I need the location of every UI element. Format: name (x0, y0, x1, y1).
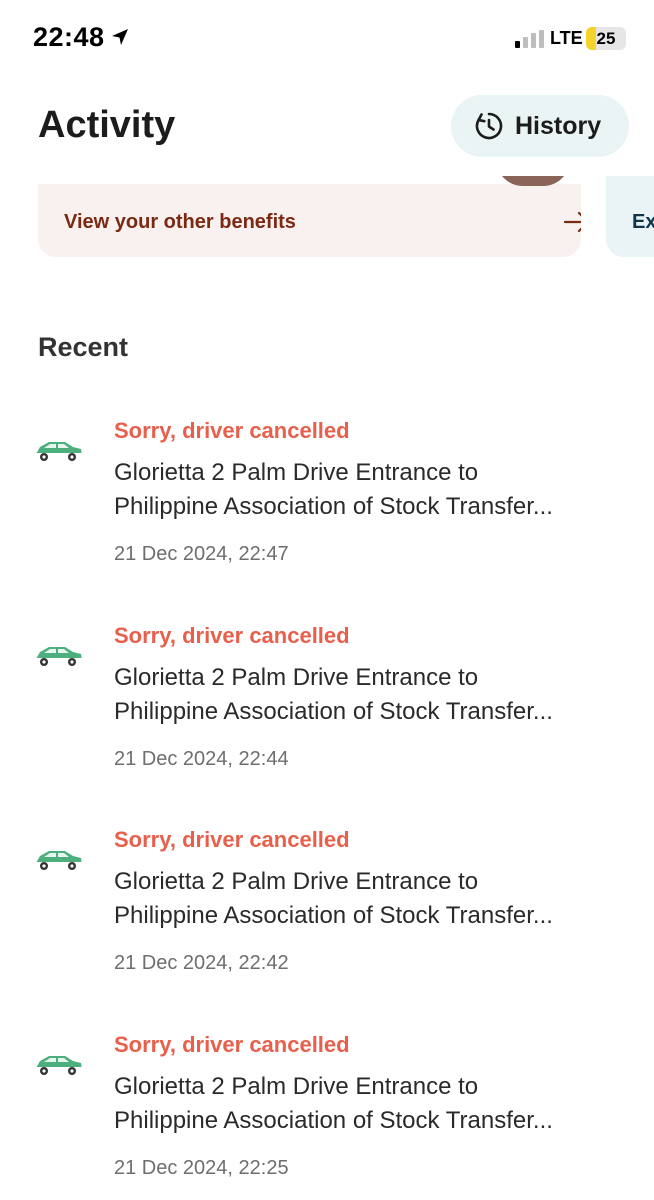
benefits-card-divider (38, 176, 581, 184)
route-line: Glorietta 2 Palm Drive Entrance to (114, 1072, 479, 1100)
activity-route: Glorietta 2 Palm Drive Entrance to Phili… (114, 456, 594, 524)
benefits-card[interactable]: View your other benefits (38, 176, 581, 257)
route-line: Glorietta 2 Palm Drive Entrance to (114, 868, 479, 895)
route-line: Philippine Association of Stock Transfer… (114, 902, 553, 929)
activity-status: Sorry, driver cancelled (114, 418, 350, 443)
arrow-right-icon (563, 211, 581, 233)
car-icon (35, 1055, 82, 1075)
route-line: Glorietta 2 Palm Drive Entrance to (114, 663, 479, 691)
route-line: Glorietta 2 Palm Drive Entrance to (114, 459, 479, 486)
activity-item[interactable]: Sorry, driver cancelled Glorietta 2 Palm… (0, 1024, 654, 1200)
activity-date: 21 Dec 2024, 22:44 (114, 747, 289, 770)
route-line: Philippine Association of Stock Transfer… (114, 1106, 553, 1134)
activity-date: 21 Dec 2024, 22:25 (114, 1156, 289, 1179)
car-icon (35, 646, 82, 666)
activity-item[interactable]: Sorry, driver cancelled Glorietta 2 Palm… (0, 819, 654, 1024)
activity-item[interactable]: Sorry, driver cancelled Glorietta 2 Palm… (0, 410, 654, 615)
route-line: Philippine Association of Stock Transfer… (114, 493, 553, 520)
activity-item[interactable]: Sorry, driver cancelled Glorietta 2 Palm… (0, 615, 654, 820)
recent-section-title: Recent (38, 332, 129, 362)
activity-status: Sorry, driver cancelled (114, 827, 350, 852)
status-time: 22:48 (33, 22, 105, 52)
car-icon (35, 851, 82, 870)
activity-status: Sorry, driver cancelled (114, 1031, 350, 1057)
history-button[interactable]: History (451, 95, 629, 157)
status-bar: 22:48 LTE 25 (0, 0, 654, 76)
activity-route: Glorietta 2 Palm Drive Entrance to Phili… (114, 865, 594, 933)
history-label: History (515, 111, 602, 140)
view-benefits-link: View your other benefits (64, 211, 296, 233)
activity-screen: 22:48 LTE 25 Activity History View your … (0, 0, 654, 1200)
activity-status: Sorry, driver cancelled (114, 622, 350, 648)
activity-list: Sorry, driver cancelled Glorietta 2 Palm… (0, 410, 654, 1200)
route-line: Philippine Association of Stock Transfer… (114, 697, 553, 725)
battery-indicator: 25 (586, 27, 626, 50)
battery-level: 25 (596, 29, 616, 48)
activity-date: 21 Dec 2024, 22:47 (114, 543, 289, 565)
next-card-label: Ex (632, 211, 654, 233)
activity-date: 21 Dec 2024, 22:42 (114, 952, 289, 974)
page-title: Activity (38, 104, 176, 146)
activity-route: Glorietta 2 Palm Drive Entrance to Phili… (114, 1070, 594, 1138)
next-benefits-card[interactable]: Ex (606, 176, 654, 257)
history-clock-icon (475, 112, 503, 140)
car-icon (35, 442, 82, 461)
activity-route: Glorietta 2 Palm Drive Entrance to Phili… (114, 661, 594, 729)
location-arrow-icon (112, 29, 128, 45)
network-label: LTE (550, 28, 583, 48)
signal-icon (515, 30, 544, 48)
